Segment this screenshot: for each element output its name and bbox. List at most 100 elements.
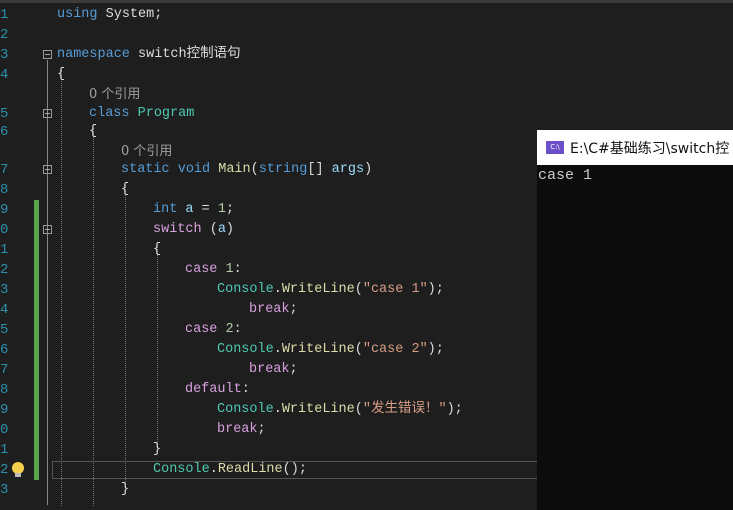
- line-number: 3: [0, 47, 9, 63]
- outlining-line: [47, 60, 48, 505]
- code-token-ctl: break: [217, 422, 258, 437]
- code-line[interactable]: break;: [249, 300, 298, 320]
- code-token-pl: ;: [289, 362, 298, 377]
- code-line[interactable]: Console.WriteLine("发生错误！");: [217, 400, 463, 420]
- code-token-pl: );: [446, 402, 463, 417]
- code-token-me: WriteLine: [281, 342, 355, 357]
- console-title: E:\C#基础练习\switch控: [570, 140, 730, 157]
- indent-guide: [157, 245, 158, 452]
- console-title-bar[interactable]: C:\ E:\C#基础练习\switch控: [537, 130, 733, 165]
- code-token-num: 1: [225, 262, 234, 277]
- code-lens-references[interactable]: 0 个引用: [89, 85, 140, 105]
- line-number: 2: [0, 462, 9, 478]
- code-token-kw: int: [153, 202, 178, 217]
- collapse-toggle-icon[interactable]: [43, 109, 52, 118]
- window-top-edge: [0, 0, 733, 3]
- code-line[interactable]: Console.ReadLine();: [153, 460, 307, 480]
- code-line[interactable]: {: [89, 122, 97, 142]
- line-number: 6: [0, 342, 9, 358]
- code-line[interactable]: }: [153, 440, 161, 460]
- code-token-me: WriteLine: [281, 282, 355, 297]
- console-output: case 1: [538, 167, 593, 184]
- code-line[interactable]: break;: [249, 360, 298, 380]
- indent-guide: [93, 128, 94, 506]
- code-token-pl: ;: [257, 422, 266, 437]
- code-token-pl: ;: [289, 302, 298, 317]
- code-token-ty: Console: [217, 342, 274, 357]
- code-token-pl: (: [354, 282, 363, 297]
- code-token-num: 2: [225, 322, 234, 337]
- code-token-pl: (: [201, 222, 218, 237]
- line-number: 5: [0, 322, 9, 338]
- code-line[interactable]: switch (a): [153, 220, 234, 240]
- code-line[interactable]: {: [57, 65, 65, 85]
- code-token-pl: {: [121, 182, 130, 197]
- code-token-ctl: default: [185, 382, 242, 397]
- code-token-pl: }: [121, 482, 130, 497]
- code-token-kw: namespace: [57, 47, 130, 62]
- code-line[interactable]: Console.WriteLine("case 2");: [217, 340, 444, 360]
- line-number: 8: [0, 182, 9, 198]
- code-token-ctl: switch: [153, 222, 202, 237]
- code-token-pl: System;: [97, 7, 163, 22]
- code-token-ctl: break: [249, 302, 290, 317]
- code-token-pl: .: [273, 402, 282, 417]
- code-token-str: "case 2": [362, 342, 428, 357]
- code-line[interactable]: int a = 1;: [153, 200, 234, 220]
- code-token-pl: (: [354, 342, 363, 357]
- line-number: 8: [0, 382, 9, 398]
- code-token-ty: Console: [153, 462, 210, 477]
- code-line[interactable]: break;: [217, 420, 266, 440]
- line-number: 6: [0, 124, 9, 140]
- code-line[interactable]: using System;: [57, 5, 162, 25]
- code-token-kw: string: [258, 162, 308, 177]
- code-line[interactable]: }: [121, 480, 129, 500]
- code-line[interactable]: Console.WriteLine("case 1");: [217, 280, 444, 300]
- code-line[interactable]: static void Main(string[] args): [121, 160, 372, 180]
- code-token-id: args: [331, 162, 365, 177]
- code-token-pl: (: [250, 162, 259, 177]
- collapse-toggle-icon[interactable]: [43, 165, 52, 174]
- code-token-pl: (: [354, 402, 363, 417]
- code-token-id: a: [217, 222, 226, 237]
- code-token-pl: }: [153, 442, 162, 457]
- code-line[interactable]: class Program: [89, 104, 194, 124]
- code-token-kw: class: [89, 106, 130, 121]
- code-token-ty: Console: [217, 402, 274, 417]
- code-line[interactable]: {: [121, 180, 129, 200]
- collapse-toggle-icon[interactable]: [43, 50, 52, 59]
- changed-lines-indicator: [34, 200, 39, 480]
- code-token-ty: Program: [137, 106, 195, 121]
- code-line[interactable]: case 2:: [185, 320, 242, 340]
- code-token-pl: ): [225, 222, 235, 237]
- code-line[interactable]: namespace switch控制语句: [57, 45, 241, 65]
- line-number: 9: [0, 202, 9, 218]
- code-token-pl: {: [57, 67, 66, 82]
- code-lens-references[interactable]: 0 个引用: [121, 142, 172, 162]
- indent-guide: [125, 185, 126, 490]
- code-token-pl: []: [307, 162, 332, 177]
- code-token-pl: .: [273, 342, 282, 357]
- code-token-pl: {: [89, 124, 98, 139]
- code-token-pl: {: [153, 242, 162, 257]
- code-line[interactable]: default:: [185, 380, 250, 400]
- code-token-num: 1: [217, 202, 226, 217]
- line-number: 0: [0, 422, 9, 438]
- console-window[interactable]: C:\ E:\C#基础练习\switch控 case 1: [537, 130, 733, 510]
- code-token-ctl: case: [185, 322, 218, 337]
- indent-guide: [61, 70, 62, 506]
- code-token-pl: switch控制语句: [129, 47, 241, 62]
- code-token-pl: );: [427, 342, 444, 357]
- line-number: 4: [0, 302, 9, 318]
- line-number: 1: [0, 242, 9, 258]
- code-line[interactable]: case 1:: [185, 260, 242, 280]
- code-token-pl: =: [193, 202, 218, 217]
- code-token-id: a: [185, 202, 194, 217]
- code-token-me: Main: [218, 162, 251, 177]
- line-number: 5: [0, 106, 9, 122]
- collapse-toggle-icon[interactable]: [43, 225, 52, 234]
- lightbulb-icon[interactable]: [11, 461, 25, 479]
- code-token-pl: .: [209, 462, 218, 477]
- code-line[interactable]: {: [153, 240, 161, 260]
